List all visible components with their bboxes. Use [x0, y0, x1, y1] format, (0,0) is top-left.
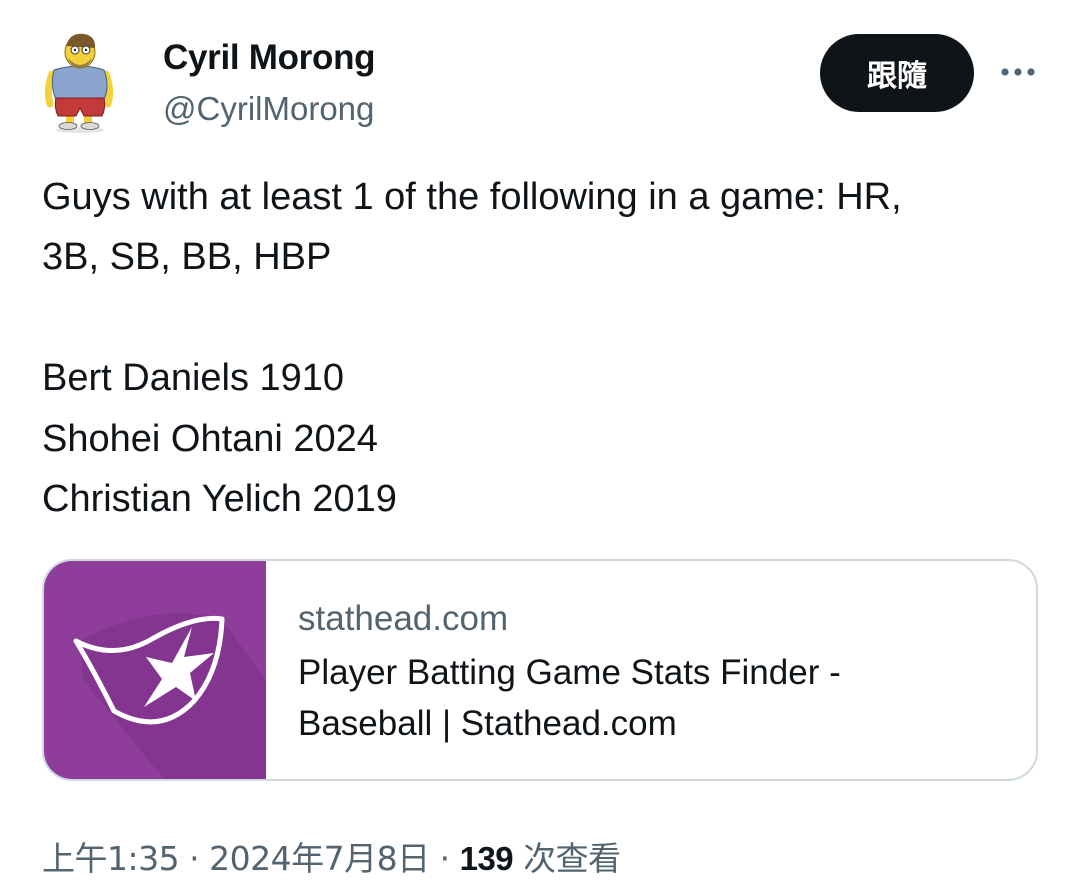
- tweet-text-line: Shohei Ohtani 2024: [42, 418, 378, 460]
- tweet-text-line: Christian Yelich 2019: [42, 478, 397, 520]
- tweet-date[interactable]: 2024年7月8日: [209, 839, 430, 878]
- link-card[interactable]: stathead.com Player Batting Game Stats F…: [42, 559, 1038, 781]
- avatar-image: [44, 33, 114, 133]
- more-button[interactable]: [996, 56, 1040, 88]
- link-card-domain: stathead.com: [298, 599, 509, 638]
- views-label: 次查看: [523, 839, 621, 878]
- tweet-text-line: Guys with at least 1 of the following in…: [42, 176, 902, 218]
- meta-separator: ·: [439, 839, 451, 878]
- tweet-text-line: 3B, SB, BB, HBP: [42, 236, 332, 278]
- more-horizontal-icon: [1001, 68, 1035, 76]
- link-card-title: Player Batting Game Stats Finder -: [298, 653, 841, 692]
- follow-button-label: 跟隨: [867, 59, 927, 94]
- follow-button[interactable]: 跟隨: [820, 34, 974, 112]
- link-card-thumbnail: [44, 561, 266, 779]
- author-handle[interactable]: @CyrilMorong: [163, 90, 374, 128]
- tweet-meta: 上午1:35 · 2024年7月8日 · 139 次查看: [42, 832, 621, 880]
- tweet-text-line: Bert Daniels 1910: [42, 357, 345, 399]
- link-card-title: Baseball | Stathead.com: [298, 704, 677, 743]
- meta-separator: ·: [189, 839, 200, 878]
- avatar[interactable]: [40, 28, 120, 136]
- author-name[interactable]: Cyril Morong: [163, 38, 376, 78]
- views-count[interactable]: 139: [460, 840, 514, 877]
- stathead-flag-star-logo: [73, 613, 266, 779]
- tweet: Cyril Morong @CyrilMorong 跟隨 Guys with a…: [0, 0, 1080, 895]
- tweet-time[interactable]: 上午1:35: [42, 839, 180, 878]
